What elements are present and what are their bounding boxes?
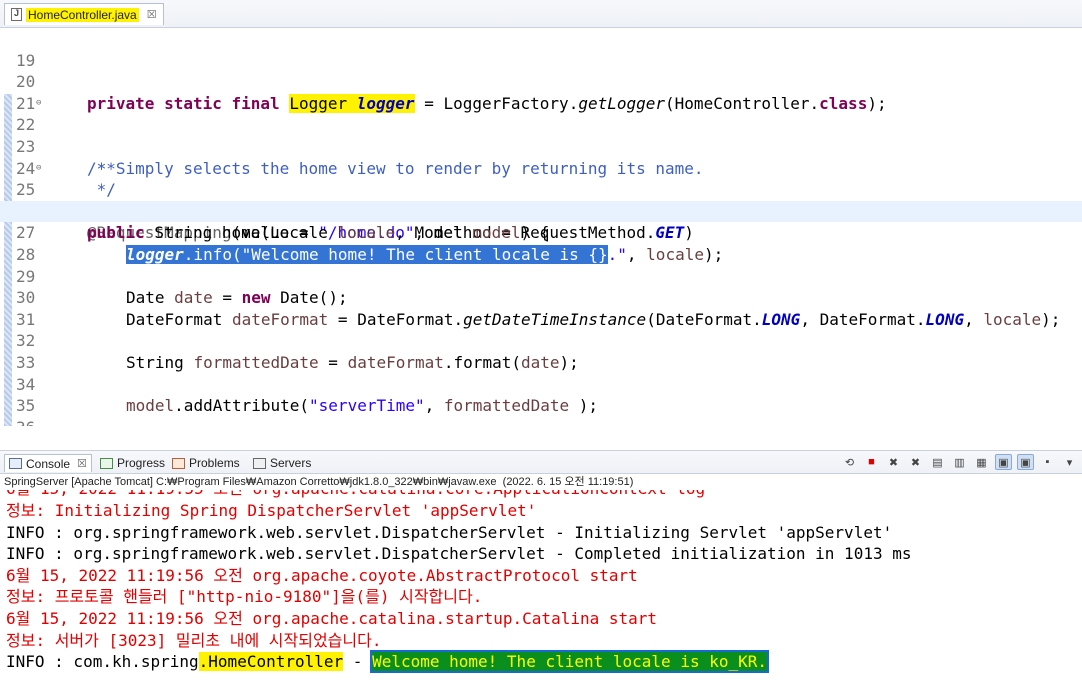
tab-label: Servers <box>270 456 312 470</box>
console-icon <box>9 458 22 469</box>
code-line: 25 ⊖ @RequestMapping(value = "/home.do",… <box>0 158 1082 243</box>
code-line: 36 return "home"; <box>0 395 1082 426</box>
code-line: 22 ⊖ /** <box>0 93 1082 178</box>
console-line: INFO : org.springframework.web.servlet.D… <box>6 522 893 542</box>
console-output[interactable]: 6월 15, 2022 11:19:55 오전 org.apache.catal… <box>0 490 1082 689</box>
log-message: Welcome home! The client locale is ko_KR… <box>370 650 770 674</box>
code-line: 35 <box>0 374 1082 415</box>
fold-toggle-icon[interactable]: ⊖ <box>36 93 41 115</box>
console-line: 6월 15, 2022 11:19:56 오전 org.apache.catal… <box>6 609 658 628</box>
restart-icon[interactable]: ⟲ <box>841 454 858 470</box>
code-line: 20 private static final Logger logger = … <box>0 50 1082 113</box>
remove-all-terminated-icon[interactable]: ✖ <box>907 454 924 470</box>
console-line: 정보: 프로토콜 핸들러 ["http-nio-9180"]을(를) 시작합니다… <box>6 587 483 607</box>
console-line: 정보: Initializing Spring DispatcherServle… <box>6 501 537 520</box>
problems-icon <box>172 457 185 469</box>
code-editor[interactable]: 19 20 private static final Logger logger… <box>0 28 1082 426</box>
close-tab-icon[interactable]: ☒ <box>147 8 157 21</box>
tab-console[interactable]: Console ☒ <box>4 454 92 472</box>
code-line: 24 */ <box>0 136 1082 200</box>
code-line: 32 String formattedDate = dateFormat.for… <box>0 309 1082 372</box>
code-line: 26 public String home(Locale locale, Mod… <box>0 179 1082 243</box>
remove-launch-icon[interactable]: ✖ <box>885 454 902 470</box>
clear-console-icon[interactable]: ▤ <box>929 454 946 470</box>
tab-problems[interactable]: Problems <box>172 454 240 472</box>
progress-icon <box>100 457 113 469</box>
code-line: 29 Date date = new Date(); <box>0 244 1082 308</box>
code-line: 34 model.addAttribute("serverTime", form… <box>0 352 1082 416</box>
code-line: 21 <box>0 71 1082 113</box>
java-file-icon <box>11 8 22 21</box>
fold-toggle-icon[interactable]: ⊖ <box>36 158 41 180</box>
tab-label: Progress <box>117 456 166 470</box>
word-wrap-icon[interactable]: ▦ <box>973 454 990 470</box>
console-line: INFO : org.springframework.web.servlet.D… <box>6 544 912 564</box>
code-line: 23 * Simply selects the home view to ren… <box>0 114 1082 178</box>
editor-tab-bar: HomeController.java ☒ <box>0 0 1082 28</box>
code-line: 28 <box>0 222 1082 264</box>
console-line: 6월 15, 2022 11:19:55 오전 org.apache.catal… <box>6 490 705 500</box>
show-on-stdout-icon[interactable]: ▣ <box>995 454 1012 470</box>
console-launch-title: SpringServer [Apache Tomcat] C:₩Program … <box>4 476 634 488</box>
code-line: 30 DateFormat dateFormat = DateFormat.ge… <box>0 266 1082 329</box>
console-line: 6월 15, 2022 11:19:56 오전 org.apache.coyot… <box>6 565 638 585</box>
code-line: 33 <box>0 330 1082 372</box>
code-line: 31 <box>0 287 1082 329</box>
console-line-log-result: INFO : com.kh.spring.HomeController - We… <box>6 650 770 674</box>
show-on-stderr-icon[interactable]: ▣ <box>1017 454 1034 470</box>
log-prefix: INFO : com.kh.spring <box>6 652 199 672</box>
tab-label: Console <box>26 456 71 471</box>
line-number: 36 <box>16 417 46 426</box>
tab-label: HomeController.java <box>26 7 139 22</box>
close-view-icon[interactable]: ☒ <box>77 457 87 470</box>
console-toolbar: ⟲ ■ ✖ ✖ ▤ ▥ ▦ ▣ ▣ ▪ ▾ <box>841 454 1078 470</box>
log-separator: - <box>343 652 373 672</box>
code-line-current: 27 logger.info("Welcome home! The client… <box>0 200 1082 264</box>
bottom-views-bar: Console ☒ Progress Problems Servers ⟲ ■ … <box>0 450 1082 474</box>
tab-label: Problems <box>189 456 240 470</box>
scroll-lock-icon[interactable]: ▥ <box>951 454 968 470</box>
terminate-icon[interactable]: ■ <box>863 454 880 470</box>
tab-servers[interactable]: Servers <box>253 454 311 472</box>
editor-tab-homecontroller[interactable]: HomeController.java ☒ <box>4 3 164 25</box>
console-line: 정보: 서버가 [3023] 밀리초 내에 시작되었습니다. <box>6 630 382 650</box>
open-console-icon[interactable]: ▾ <box>1061 454 1078 470</box>
servers-icon <box>253 457 266 469</box>
log-class-name: .HomeController <box>198 652 344 672</box>
pin-console-icon[interactable]: ▪ <box>1039 454 1056 470</box>
code-line: 19 <box>0 28 1082 70</box>
tab-progress[interactable]: Progress <box>100 454 165 472</box>
